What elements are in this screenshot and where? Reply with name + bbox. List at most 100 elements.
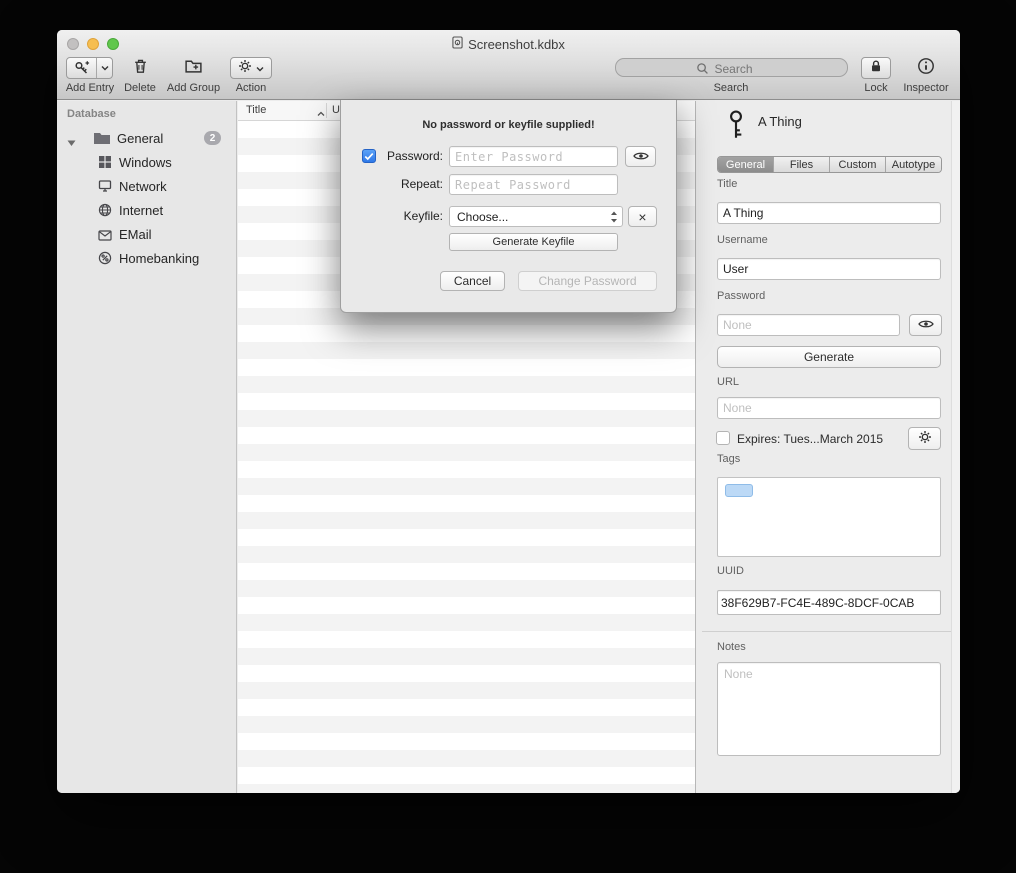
tab-files[interactable]: Files (774, 157, 830, 172)
tags-box[interactable] (717, 477, 941, 557)
coin-percent-icon (98, 251, 112, 268)
add-group-label: Add Group (158, 82, 229, 94)
reveal-password-button[interactable] (625, 146, 656, 167)
display-icon (98, 179, 112, 196)
password-input[interactable] (449, 146, 618, 167)
search-label: Search (701, 82, 761, 94)
sidebar-section-header: Database (67, 108, 116, 120)
window-header: Screenshot.kdbx Add Entry (57, 30, 960, 100)
disclosure-triangle-icon[interactable] (67, 135, 76, 150)
windows-icon (98, 155, 112, 172)
action-button[interactable] (230, 57, 272, 79)
sidebar-item-label: Network (119, 179, 167, 194)
sidebar-item-label: Windows (119, 155, 172, 170)
generate-keyfile-button[interactable]: Generate Keyfile (449, 233, 618, 251)
keyfile-popup[interactable]: Choose... (449, 206, 623, 227)
repeat-label: Repeat: (377, 174, 443, 195)
tab-autotype[interactable]: Autotype (886, 157, 941, 172)
section-divider (702, 631, 954, 632)
add-group-button[interactable] (181, 57, 205, 79)
sidebar-item-label: Internet (119, 203, 163, 218)
column-header-username[interactable]: U (332, 101, 340, 120)
password-field[interactable] (717, 314, 900, 336)
url-field[interactable] (717, 397, 941, 419)
add-entry-button[interactable] (66, 57, 113, 79)
lock-button[interactable] (861, 57, 891, 79)
inspector-panel: A Thing General Files Custom Autotype Ti… (695, 101, 960, 793)
add-entry-dropdown[interactable] (96, 58, 112, 78)
window-title-row: Screenshot.kdbx (57, 36, 960, 52)
entry-title-heading: A Thing (758, 114, 802, 129)
tab-general[interactable]: General (718, 157, 774, 172)
notes-field[interactable] (717, 662, 941, 756)
delete-button[interactable] (130, 57, 150, 79)
globe-icon (98, 203, 112, 220)
key-plus-icon (67, 58, 96, 78)
url-field-label: URL (717, 376, 739, 388)
tags-label: Tags (717, 453, 740, 465)
sidebar-item-label: Homebanking (119, 251, 199, 266)
column-divider[interactable] (326, 103, 327, 118)
expires-label: Expires: Tues...March 2015 (737, 432, 883, 446)
uuid-label: UUID (717, 565, 744, 577)
chevron-down-icon (256, 59, 264, 77)
expires-checkbox[interactable] (716, 431, 730, 445)
keyfile-popup-value: Choose... (457, 210, 508, 224)
window-title: Screenshot.kdbx (468, 37, 565, 52)
expires-settings-button[interactable] (908, 427, 941, 450)
cancel-button[interactable]: Cancel (440, 271, 505, 291)
username-field[interactable] (717, 258, 941, 280)
search-field (615, 58, 848, 77)
document-icon (452, 36, 463, 52)
column-header-title[interactable]: Title (246, 101, 266, 120)
sidebar-item-internet[interactable]: Internet (57, 199, 236, 221)
reveal-password-button[interactable] (909, 314, 942, 336)
uuid-field[interactable] (717, 590, 941, 615)
key-icon (723, 109, 749, 144)
repeat-password-input[interactable] (449, 174, 618, 195)
sidebar-item-network[interactable]: Network (57, 175, 236, 197)
tag-pill[interactable] (725, 484, 753, 497)
keyfile-label: Keyfile: (377, 206, 443, 227)
title-field[interactable] (717, 202, 941, 224)
change-password-dialog: No password or keyfile supplied! Passwor… (340, 100, 677, 313)
search-input[interactable] (616, 59, 851, 78)
sidebar-item-windows[interactable]: Windows (57, 151, 236, 173)
change-password-button[interactable]: Change Password (518, 271, 657, 291)
folder-icon (93, 131, 111, 148)
action-label: Action (221, 82, 281, 94)
generate-password-button[interactable]: Generate (717, 346, 941, 368)
eye-icon (918, 318, 934, 332)
desktop-background: Screenshot.kdbx Add Entry (0, 0, 1016, 873)
stepper-arrows-icon (610, 210, 618, 227)
title-field-label: Title (717, 178, 737, 190)
entry-count-badge: 2 (204, 131, 221, 145)
inspector-toggle-button[interactable] (911, 57, 941, 79)
password-label: Password: (377, 146, 443, 167)
lock-label: Lock (856, 82, 896, 94)
sidebar-item-general[interactable]: General 2 (57, 127, 236, 149)
tab-custom[interactable]: Custom (830, 157, 886, 172)
password-checkbox[interactable] (362, 149, 376, 163)
clear-keyfile-button[interactable]: × (628, 206, 657, 227)
inspector-tabbar: General Files Custom Autotype (717, 156, 942, 173)
notes-label: Notes (717, 641, 746, 653)
sidebar-item-label: General (117, 131, 163, 146)
dialog-message: No password or keyfile supplied! (341, 119, 676, 131)
inspector-scrollbar[interactable] (951, 101, 960, 793)
sidebar-item-email[interactable]: EMail (57, 223, 236, 245)
add-entry-label: Add Entry (57, 82, 123, 94)
password-field-label: Password (717, 290, 765, 302)
sidebar-item-homebanking[interactable]: Homebanking (57, 247, 236, 269)
inspector-label: Inspector (896, 82, 956, 94)
sort-ascending-icon (317, 108, 325, 120)
envelope-icon (98, 229, 112, 244)
eye-icon (633, 150, 649, 164)
username-field-label: Username (717, 234, 768, 246)
close-x-icon: × (638, 210, 646, 224)
gear-icon (918, 430, 932, 447)
group-sidebar: Database General 2 Windows (57, 101, 237, 793)
gear-icon (238, 59, 252, 78)
folder-plus-icon (184, 57, 203, 79)
trash-icon (132, 57, 149, 80)
